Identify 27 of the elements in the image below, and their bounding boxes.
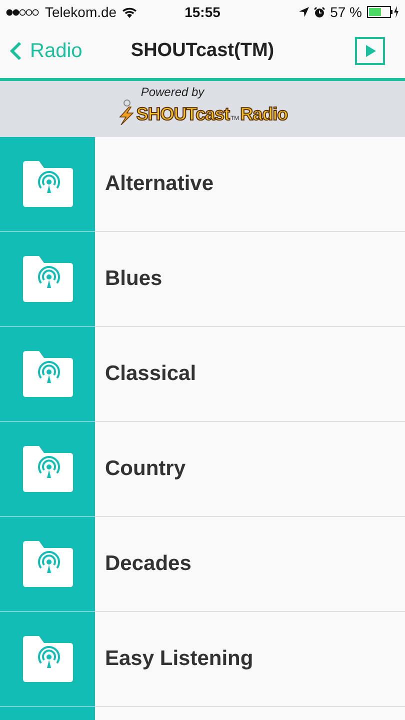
powered-by-text: Powered by: [140, 85, 204, 99]
genre-list-item[interactable]: Classical: [0, 327, 405, 422]
location-arrow-icon: [299, 7, 310, 17]
folder-broadcast-icon: [22, 446, 72, 492]
genre-list-item[interactable]: Country: [0, 422, 405, 517]
battery-charging-icon: [367, 6, 399, 18]
folder-broadcast-icon: [22, 161, 72, 207]
clock-time: 15:55: [184, 4, 222, 20]
folder-broadcast-icon: [22, 541, 72, 587]
signal-icon: [6, 8, 40, 16]
genre-list-item[interactable]: Easy Listening: [0, 612, 405, 707]
folder-broadcast-icon: [22, 351, 72, 397]
logo-text: Radio: [240, 104, 288, 125]
chevron-left-icon: [10, 41, 22, 61]
battery-percent: 57 %: [330, 4, 362, 20]
lightning-antenna-icon: [117, 99, 136, 125]
genre-list-item[interactable]: Alternative: [0, 137, 405, 232]
folder-broadcast-icon: [22, 636, 72, 682]
carrier-name: Telekom.de: [45, 4, 117, 20]
wifi-icon: [122, 6, 137, 18]
play-button-icon[interactable]: [355, 37, 385, 65]
logo-text: SHOUTcast: [136, 104, 230, 125]
genre-list-item[interactable]: Decades: [0, 517, 405, 612]
folder-broadcast-icon: [22, 256, 72, 302]
genre-list-item[interactable]: Blues: [0, 232, 405, 327]
alarm-clock-icon: [314, 6, 326, 18]
screen-title: SHOUTcast(TM): [130, 40, 276, 62]
